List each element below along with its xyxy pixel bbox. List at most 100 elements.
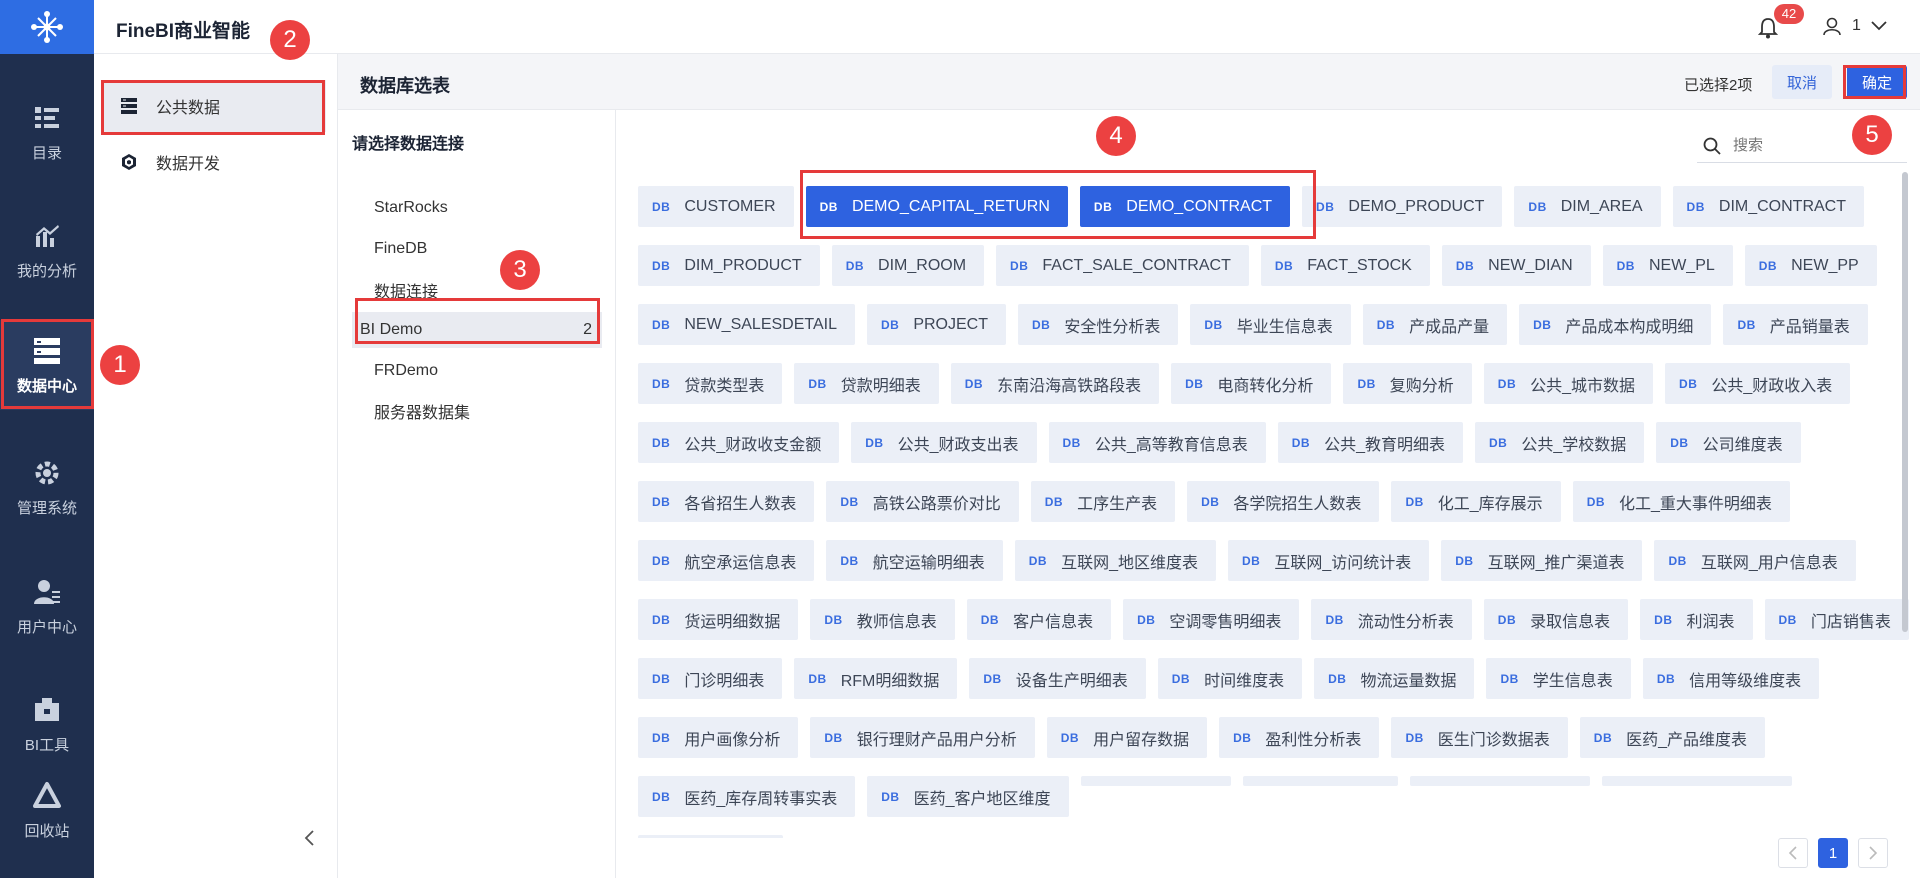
table-chip-partial[interactable] <box>1601 776 1792 786</box>
table-chip-partial[interactable] <box>1409 776 1590 786</box>
table-chip[interactable]: DB 货运明细数据 <box>638 599 799 640</box>
cancel-button[interactable]: 取消 <box>1772 65 1832 99</box>
table-name: 物流运量数据 <box>1360 672 1457 690</box>
rail-item-data-center[interactable]: 数据中心 <box>0 320 94 410</box>
table-chip[interactable]: DB NEW_DIAN <box>1441 245 1591 286</box>
table-chip[interactable]: DB 教师信息表 <box>810 599 955 640</box>
table-chip[interactable]: DB 互联网_访问统计表 <box>1227 540 1430 581</box>
table-chip[interactable]: DB 医生门诊数据表 <box>1391 717 1568 758</box>
table-chip[interactable]: DB 用户留存数据 <box>1046 717 1208 758</box>
next-page-button[interactable] <box>1858 838 1888 868</box>
table-chip[interactable]: DB 贷款类型表 <box>638 363 783 404</box>
table-chip[interactable]: DB 公共_财政收支金额 <box>638 422 840 463</box>
table-chip[interactable]: DB DIM_ROOM <box>831 245 985 286</box>
table-chip[interactable]: DB 公共_教育明细表 <box>1277 422 1463 463</box>
table-chip[interactable]: DB 各省招生人数表 <box>638 481 815 522</box>
table-chip[interactable]: DB DEMO_CONTRACT <box>1079 186 1291 227</box>
table-chip-partial[interactable] <box>638 835 783 838</box>
table-chip[interactable]: DB 医药_库存周转事实表 <box>638 776 856 817</box>
table-chip[interactable]: DB 盈利性分析表 <box>1219 717 1380 758</box>
subnav-item-public-data[interactable]: 公共数据 <box>104 80 326 132</box>
table-chip[interactable]: DB 贷款明细表 <box>794 363 939 404</box>
recycle-icon <box>31 780 63 812</box>
table-chip[interactable]: DB 产品成本构成明细 <box>1519 304 1712 345</box>
connection-item[interactable]: 服务器数据集 <box>352 393 602 429</box>
table-chip[interactable]: DB 公共_学校数据 <box>1475 422 1645 463</box>
prev-page-button[interactable] <box>1778 838 1808 868</box>
table-chip[interactable]: DB 产成品产量 <box>1362 304 1508 345</box>
rail-item-my-analysis[interactable]: 我的分析 <box>0 210 94 290</box>
rail-item-catalog[interactable]: 目录 <box>0 92 94 172</box>
table-chip[interactable]: DB 门店销售表 <box>1764 599 1909 640</box>
table-chip[interactable]: DB 电商转化分析 <box>1171 363 1332 404</box>
table-chip[interactable]: DB 物流运量数据 <box>1314 658 1475 699</box>
table-chip[interactable]: DB 高铁公路票价对比 <box>826 481 1019 522</box>
rail-item-management[interactable]: 管理系统 <box>0 447 94 527</box>
table-chip-partial[interactable] <box>1242 776 1398 786</box>
connection-item[interactable]: 数据连接 <box>352 272 602 308</box>
table-chip[interactable]: DB 公共_高等教育信息表 <box>1048 422 1266 463</box>
table-chip[interactable]: DB 公共_财政收入表 <box>1665 363 1851 404</box>
rail-item-recycle[interactable]: 回收站 <box>0 770 94 850</box>
table-chip[interactable]: DB 工序生产表 <box>1030 481 1176 522</box>
table-chip[interactable]: DB 学生信息表 <box>1486 658 1631 699</box>
table-chip[interactable]: DB 客户信息表 <box>966 599 1112 640</box>
table-chip[interactable]: DB 东南沿海高铁路段表 <box>950 363 1160 404</box>
table-chip[interactable]: DB 航空承运信息表 <box>638 540 815 581</box>
table-chip[interactable]: DB FACT_SALE_CONTRACT <box>996 245 1249 286</box>
table-chip[interactable]: DB 信用等级维度表 <box>1642 658 1820 699</box>
table-chip[interactable]: DB NEW_PP <box>1744 245 1877 286</box>
table-chip[interactable]: DB PROJECT <box>866 304 1006 345</box>
table-chip[interactable]: DB 化工_重大事件明细表 <box>1572 481 1790 522</box>
table-chip[interactable]: DB 用户画像分析 <box>638 717 799 758</box>
user-menu[interactable]: 1 <box>1822 16 1887 36</box>
table-chip[interactable]: DB 各学院招生人数表 <box>1187 481 1380 522</box>
table-chip[interactable]: DB 公共_城市数据 <box>1483 363 1654 404</box>
table-chip[interactable]: DB 互联网_地区维度表 <box>1014 540 1216 581</box>
table-chip[interactable]: DB 门诊明细表 <box>638 658 783 699</box>
table-chip[interactable]: DB 公司维度表 <box>1656 422 1801 463</box>
table-chip[interactable]: DB 互联网_推广渠道表 <box>1441 540 1643 581</box>
table-chip[interactable]: DB DIM_PRODUCT <box>638 245 820 286</box>
connection-item[interactable]: FRDemo <box>352 353 602 389</box>
rail-item-user-center[interactable]: 用户中心 <box>0 566 94 646</box>
table-chip[interactable]: DB NEW_SALESDETAIL <box>638 304 855 345</box>
table-chip[interactable]: DB 复购分析 <box>1343 363 1472 404</box>
table-chip[interactable]: DB 设备生产明细表 <box>969 658 1146 699</box>
table-chip[interactable]: DB 流动性分析表 <box>1311 599 1472 640</box>
table-chip[interactable]: DB DEMO_PRODUCT <box>1302 186 1503 227</box>
table-chip[interactable]: DB 产品销量表 <box>1723 304 1868 345</box>
table-chip[interactable]: DB 航空运输明细表 <box>826 540 1003 581</box>
table-chip[interactable]: DB 时间维度表 <box>1157 658 1303 699</box>
table-chip[interactable]: DB 医药_客户地区维度 <box>867 776 1069 817</box>
table-chip[interactable]: DB 利润表 <box>1640 599 1753 640</box>
table-chip[interactable]: DB DIM_CONTRACT <box>1672 186 1864 227</box>
page-number[interactable]: 1 <box>1818 838 1848 868</box>
table-chip[interactable]: DB 空调零售明细表 <box>1123 599 1300 640</box>
table-chip[interactable]: DB 银行理财产品用户分析 <box>810 717 1035 758</box>
app-logo[interactable] <box>0 0 94 54</box>
table-chip[interactable]: DB 医药_产品维度表 <box>1579 717 1766 758</box>
connection-item[interactable]: FineDB <box>352 231 602 267</box>
rail-item-bi-tools[interactable]: BI工具 <box>0 684 94 764</box>
scrollbar[interactable] <box>1902 172 1908 632</box>
table-chip[interactable]: DB DEMO_CAPITAL_RETURN <box>805 186 1068 227</box>
table-chip-partial[interactable] <box>1080 776 1231 786</box>
table-chip[interactable]: DB FACT_STOCK <box>1260 245 1430 286</box>
table-chip[interactable]: DB 化工_库存展示 <box>1391 481 1561 522</box>
table-chip[interactable]: DB 录取信息表 <box>1483 599 1629 640</box>
bell-icon[interactable] <box>1757 17 1779 39</box>
subnav-item-data-dev[interactable]: 数据开发 <box>104 136 326 188</box>
table-chip[interactable]: DB CUSTOMER <box>638 186 794 227</box>
table-chip[interactable]: DB 毕业生信息表 <box>1190 304 1351 345</box>
collapse-icon[interactable] <box>300 828 320 848</box>
connection-item[interactable]: BI Demo 2 <box>352 312 602 348</box>
table-chip[interactable]: DB 公共_财政支出表 <box>851 422 1037 463</box>
table-chip[interactable]: DB 互联网_用户信息表 <box>1654 540 1856 581</box>
table-chip[interactable]: DB RFM明细数据 <box>794 658 958 699</box>
table-chip[interactable]: DB NEW_PL <box>1602 245 1733 286</box>
confirm-button[interactable]: 确定 <box>1847 65 1907 99</box>
table-chip[interactable]: DB 安全性分析表 <box>1018 304 1179 345</box>
table-chip[interactable]: DB DIM_AREA <box>1514 186 1661 227</box>
connection-item[interactable]: StarRocks <box>352 190 602 226</box>
